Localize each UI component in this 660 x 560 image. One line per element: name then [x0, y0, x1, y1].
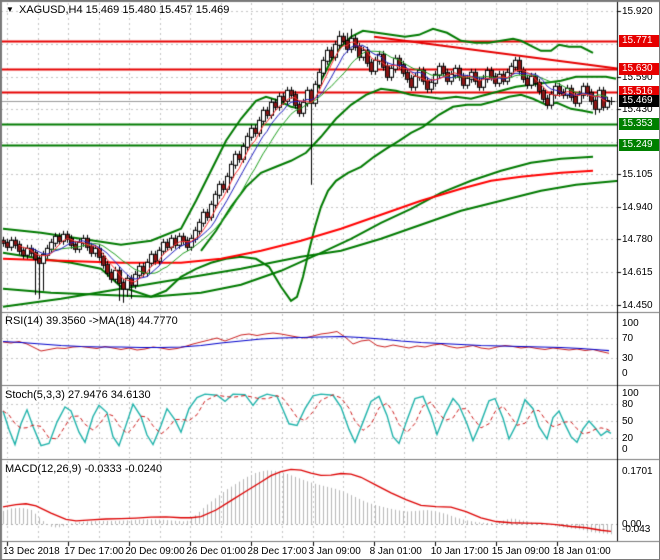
resistance-level-2-badge[interactable]: 15.630 — [619, 62, 659, 75]
support-level-2-badge[interactable]: 15.249 — [619, 139, 659, 151]
date-axis-label[interactable]: 8 Jan 01:00 — [370, 546, 422, 557]
stoch-axis-label: 80 — [622, 399, 634, 411]
date-axis-label[interactable]: 17 Dec 17:00 — [64, 546, 124, 557]
current-price-badge[interactable]: 15.469 — [619, 95, 659, 107]
stoch-axis-label: 0 — [622, 444, 628, 455]
date-axis-label[interactable]: 26 Dec 01:00 — [186, 546, 246, 557]
rsi-axis-label: 30 — [622, 353, 634, 364]
rsi-axis-label: 70 — [622, 333, 634, 344]
chart-canvas[interactable] — [1, 1, 659, 559]
date-axis-label[interactable]: 18 Jan 01:00 — [553, 546, 611, 557]
date-axis-label[interactable]: 10 Jan 17:00 — [431, 546, 489, 557]
date-axis-label[interactable]: 13 Dec 2018 — [3, 546, 60, 557]
price-axis-label: 14.615 — [622, 266, 653, 278]
macd-indicator-label: MACD(12,26,9) -0.0333 -0.0240 — [5, 463, 163, 475]
macd-axis-label: -0.043 — [622, 524, 651, 535]
stoch-indicator-label: Stoch(5,3,3) 27.9476 34.6130 — [5, 389, 151, 401]
date-axis-label[interactable]: 15 Jan 09:00 — [492, 546, 550, 557]
date-axis-label[interactable]: 3 Jan 09:00 — [309, 546, 361, 557]
resistance-level-1-badge[interactable]: 15.771 — [619, 34, 659, 47]
price-axis-label: 15.105 — [622, 168, 653, 180]
chart-title-ohlc: XAGUSD,H4 15.469 15.480 15.457 15.469 — [19, 4, 230, 16]
stoch-axis-label: 50 — [622, 416, 634, 427]
rsi-axis-label: 100 — [622, 318, 639, 329]
price-axis-label: 14.780 — [622, 233, 653, 245]
date-axis-label[interactable]: 28 Dec 17:00 — [247, 546, 307, 557]
rsi-indicator-label: RSI(14) 39.3560 ->MA(18) 44.7770 — [5, 315, 178, 327]
macd-axis-label: 0.1701 — [622, 465, 653, 477]
stoch-axis-label: 20 — [622, 432, 634, 444]
support-level-1-badge[interactable]: 15.353 — [619, 118, 659, 131]
collapse-triangle-icon[interactable]: ▼ — [6, 5, 14, 14]
date-axis-label[interactable]: 20 Dec 09:00 — [125, 546, 185, 557]
trading-chart-window: ▼ XAGUSD,H4 15.469 15.480 15.457 15.469 … — [0, 0, 660, 560]
rsi-axis-label: 0 — [622, 368, 628, 379]
price-axis-label: 14.450 — [622, 299, 653, 311]
price-axis-label: 15.920 — [622, 5, 653, 17]
price-axis-label: 14.940 — [622, 201, 653, 213]
stoch-axis-label: 100 — [622, 388, 639, 399]
